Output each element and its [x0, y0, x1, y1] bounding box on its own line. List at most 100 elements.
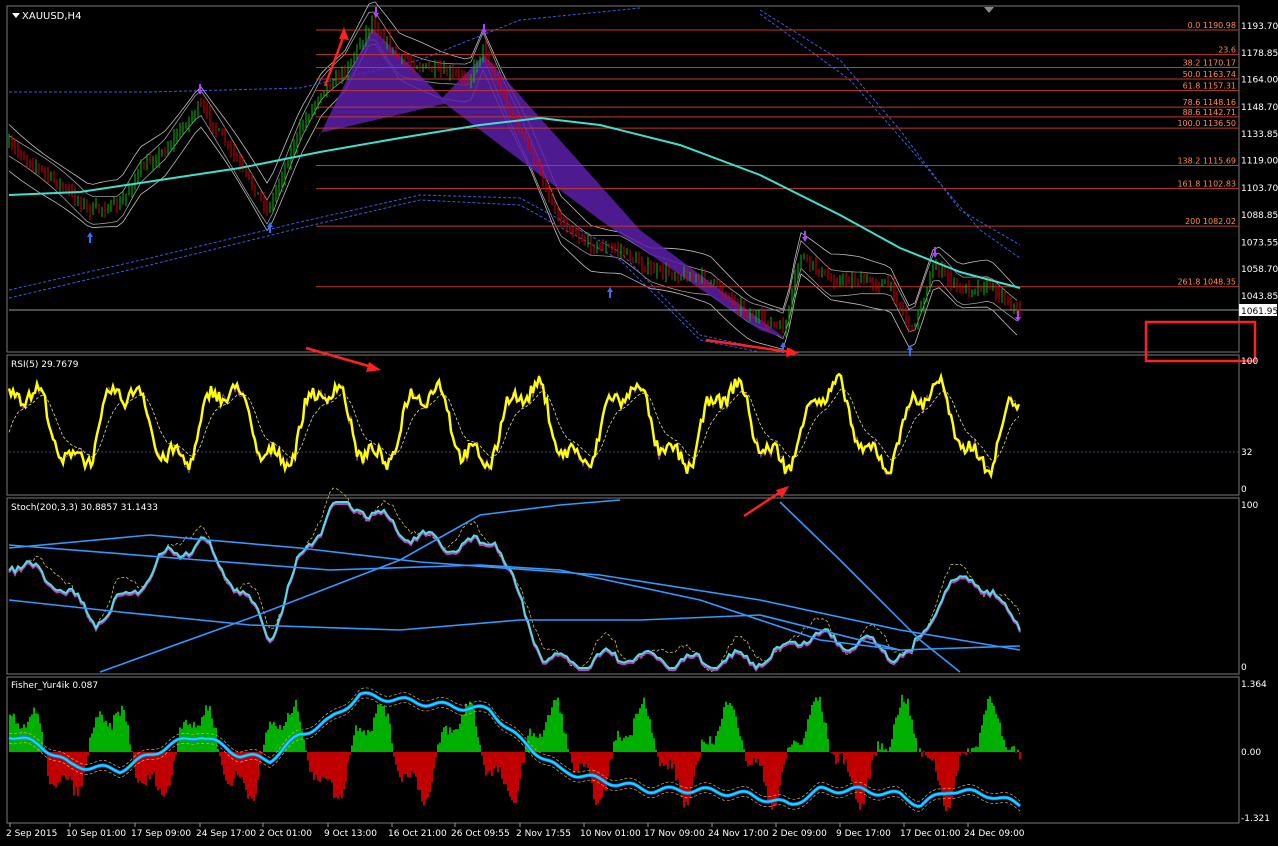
fisher-bar [425, 752, 427, 800]
fisher-bar [941, 752, 943, 793]
fisher-bar [907, 699, 909, 752]
fisher-bar [207, 711, 209, 752]
fisher-bar [313, 752, 315, 780]
fisher-bar [765, 752, 767, 786]
envelope-line [760, 10, 1020, 245]
fisher-bar [459, 724, 461, 752]
fisher-bar [119, 716, 121, 752]
fisher-bar [71, 752, 73, 780]
fisher-bar [979, 733, 981, 752]
time-axis-label: 2 Oct 01:00 [259, 829, 312, 839]
fisher-bar [1017, 750, 1019, 752]
annotation-arrow-rsi-low [744, 486, 789, 516]
fisher-bar [733, 710, 735, 753]
fisher-bar [107, 727, 109, 753]
fisher-bar [453, 730, 455, 752]
price-pane-frame[interactable] [7, 6, 1239, 352]
fisher-bar [759, 752, 761, 766]
fisher-bar [35, 713, 37, 752]
fisher-bar [899, 708, 901, 753]
stoch-long-curve [9, 545, 1020, 650]
fisher-bar [317, 752, 319, 781]
fisher-bar [811, 705, 813, 752]
fisher-bar [397, 752, 399, 771]
fisher-bar [607, 752, 609, 777]
time-axis-label: 16 Oct 21:00 [388, 829, 447, 839]
fisher-bar [789, 747, 791, 752]
fisher-bar [757, 752, 759, 759]
fisher-bar [427, 752, 429, 797]
stoch-series [9, 488, 1020, 672]
fisher-bar [827, 739, 829, 752]
rsi-pane-frame[interactable] [7, 355, 1239, 495]
fisher-bar [803, 738, 805, 752]
fisher-bar [489, 752, 491, 771]
fisher-bar [295, 700, 297, 752]
fisher-bar [881, 743, 883, 752]
stoch-long-curve [100, 500, 620, 672]
price-axis-label: 1119.00 [1241, 157, 1278, 167]
fisher-bar [157, 752, 159, 790]
fisher-bar [1001, 736, 1003, 752]
fisher-bar [727, 705, 729, 752]
fisher-bar [331, 752, 333, 783]
fisher-bar [523, 752, 525, 763]
rsi-axis-100: 100 [1241, 357, 1258, 367]
fisher-bar [833, 752, 835, 755]
fisher-bar [639, 708, 641, 752]
fisher-bar [847, 752, 849, 772]
fisher-bar [65, 752, 67, 780]
fisher-bar [13, 714, 15, 752]
fisher-bar [609, 752, 611, 760]
fisher-bar [747, 752, 749, 766]
fisher-bar [839, 752, 841, 754]
fisher-bar [735, 716, 737, 752]
fisher-bar [483, 752, 485, 765]
fib-level-label: 261.8 1048.35 [1177, 278, 1236, 287]
price-axis: 1193.701178.851164.001148.701133.851119.… [1241, 22, 1278, 302]
fisher-bar [551, 707, 553, 752]
fisher-bar [47, 752, 49, 776]
fisher-bar [877, 741, 879, 752]
fisher-bar [399, 752, 401, 777]
chart-canvas[interactable]: 0.0 1190.9823.638.2 1170.1750.0 1163.746… [0, 0, 1278, 842]
fisher-bar [1009, 750, 1011, 752]
fisher-bar [391, 743, 393, 752]
fisher-bar [845, 752, 847, 759]
rsi-pane[interactable]: RSI(5) 29.7679 100 32 0 [9, 357, 1258, 495]
fisher-bar [19, 729, 21, 752]
stoch-pane-frame[interactable] [7, 498, 1239, 674]
fisher-bar [927, 752, 929, 758]
fisher-bar [389, 723, 391, 752]
fisher-bar [103, 722, 105, 752]
fisher-bar [25, 728, 27, 752]
fisher-bar [433, 752, 435, 769]
price-pane[interactable]: 0.0 1190.9823.638.2 1170.1750.0 1163.746… [9, 2, 1239, 356]
fisher-bar [887, 751, 889, 752]
fisher-bar [439, 743, 441, 752]
fisher-bar [973, 748, 975, 752]
fractal-up-icon [607, 287, 613, 298]
fisher-bar [787, 748, 789, 752]
fisher-bar [799, 745, 801, 752]
time-axis-label: 24 Sep 17:00 [196, 829, 256, 839]
fisher-bar [127, 725, 129, 752]
fisher-bar [247, 752, 249, 799]
price-candles [9, 15, 1020, 337]
fisher-bar [159, 752, 161, 789]
time-axis-label: 2 Dec 09:00 [772, 829, 827, 839]
title-marker-icon [12, 13, 20, 18]
fib-level-label: 161.8 1102.83 [1177, 180, 1236, 189]
fisher-bar [629, 735, 631, 752]
fisher-bar [481, 752, 483, 756]
fisher-pane[interactable]: Fisher_Yur4ik 0.087 1.364 0.00 -1.321 [9, 680, 1270, 824]
fisher-bar [185, 720, 187, 752]
stoch-pane[interactable]: Stoch(200,3,3) 30.8857 31.1433 100 0 [9, 488, 1258, 673]
fisher-bar [341, 752, 343, 798]
fisher-bar [205, 705, 207, 752]
fisher-bar [339, 752, 341, 795]
fisher-bar [497, 752, 499, 772]
fisher-bar [33, 707, 35, 752]
fisher-bar [605, 752, 607, 791]
fisher-bar [245, 752, 247, 790]
